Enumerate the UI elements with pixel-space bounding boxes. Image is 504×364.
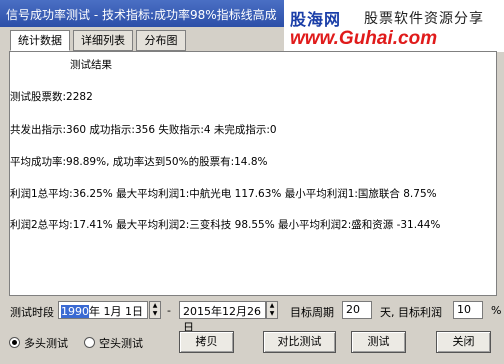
radio-short-test[interactable] xyxy=(84,337,95,348)
banner-slogan: 股票软件资源分享 xyxy=(364,11,484,27)
copy-button[interactable]: 拷贝 xyxy=(179,331,234,353)
result-line-success-rate: 平均成功率:98.89%, 成功率达到50%的股票有:14.8% xyxy=(10,156,268,168)
target-period-label: 目标周期 xyxy=(290,306,334,319)
tab-statistics[interactable]: 统计数据 xyxy=(10,30,70,51)
target-profit-label: 天, 目标利润 xyxy=(380,306,442,319)
close-button[interactable]: 关闭 xyxy=(436,331,491,353)
window-title: 信号成功率测试 - 技术指标:成功率98%指标线高成 xyxy=(6,8,277,22)
result-line-profit2: 利润2总平均:17.41% 最大平均利润2:三变科技 98.55% 最小平均利润… xyxy=(10,219,441,231)
end-date-picker[interactable]: 2015年12月26日 xyxy=(179,301,266,334)
spin-down-icon: ▼ xyxy=(269,310,275,317)
results-heading: 测试结果 xyxy=(70,59,112,71)
start-date-picker[interactable]: 1990年 1月 1日 xyxy=(58,301,148,319)
results-panel: 测试结果 测试股票数:2282 共发出指示:360 成功指示:356 失败指示:… xyxy=(9,51,497,296)
percent-label: % xyxy=(491,304,502,317)
end-date-spinner[interactable]: ▲ ▼ xyxy=(266,301,278,319)
start-year: 1990 xyxy=(61,305,89,318)
spin-up-icon: ▲ xyxy=(269,302,275,309)
test-button[interactable]: 测试 xyxy=(351,331,406,353)
period-label: 测试时段 xyxy=(10,306,54,319)
radio-long-label[interactable]: 多头测试 xyxy=(24,335,68,351)
guhai-banner: 股海网 股票软件资源分享 www.Guhai.com xyxy=(284,0,504,52)
target-profit-input[interactable]: 10 xyxy=(453,301,483,319)
control-area: 测试时段 1990年 1月 1日 ▲ ▼ - 2015年12月26日 ▲ ▼ 目… xyxy=(0,295,504,364)
date-separator: - xyxy=(167,304,171,317)
banner-brand: 股海网 xyxy=(290,10,342,29)
result-line-signals: 共发出指示:360 成功指示:356 失败指示:4 未完成指示:0 xyxy=(10,124,277,136)
start-date-spinner[interactable]: ▲ ▼ xyxy=(149,301,161,319)
radio-long-test[interactable] xyxy=(9,337,20,348)
result-line-stock-count: 测试股票数:2282 xyxy=(10,91,93,103)
spin-up-icon: ▲ xyxy=(152,302,158,309)
start-date-rest: 年 1月 1日 xyxy=(89,305,143,318)
spin-down-icon: ▼ xyxy=(152,310,158,317)
tab-detail-list[interactable]: 详细列表 xyxy=(73,30,133,51)
compare-test-button[interactable]: 对比测试 xyxy=(263,331,336,353)
radio-short-label[interactable]: 空头测试 xyxy=(99,335,143,351)
banner-url: www.Guhai.com xyxy=(290,28,438,49)
result-line-profit1: 利润1总平均:36.25% 最大平均利润1:中航光电 117.63% 最小平均利… xyxy=(10,188,437,200)
target-period-input[interactable]: 20 xyxy=(342,301,372,319)
tab-distribution[interactable]: 分布图 xyxy=(136,30,186,51)
